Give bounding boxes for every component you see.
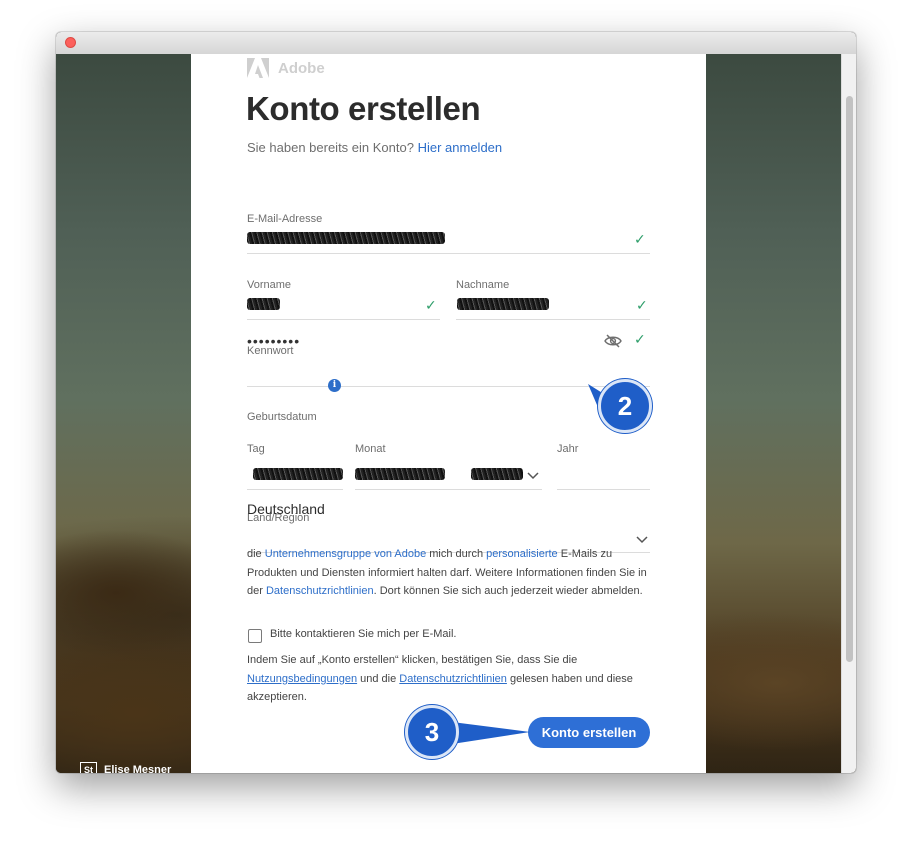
callout-badge-2: 2 <box>598 379 652 433</box>
callout-badge-3: 3 <box>405 705 459 759</box>
callout-3-pointer <box>452 722 530 744</box>
